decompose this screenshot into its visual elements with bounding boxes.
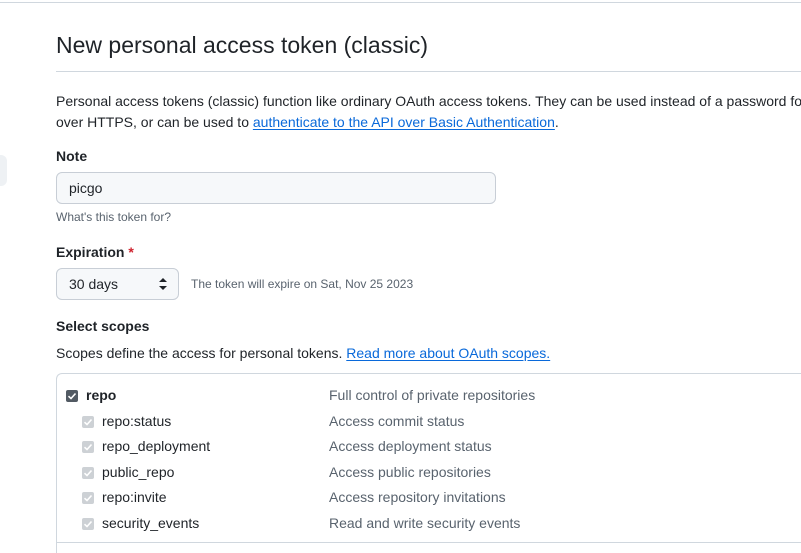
public-repo-checkbox[interactable]	[82, 467, 94, 479]
scope-name: repo:status	[102, 413, 172, 429]
description-line-2: over HTTPS, or can be used to authentica…	[56, 112, 801, 133]
scope-row-repo: repo Full control of private repositorie…	[57, 386, 801, 408]
expiration-note: The token will expire on Sat, Nov 25 202…	[191, 277, 414, 291]
scope-row-repo-status: repo:status Access commit status	[57, 412, 801, 434]
title-divider	[56, 71, 801, 72]
basic-auth-link[interactable]: authenticate to the API over Basic Authe…	[253, 114, 555, 130]
scope-name: repo	[86, 387, 117, 403]
repo-invite-checkbox[interactable]	[82, 492, 94, 504]
expiration-select[interactable]: 30 days	[56, 268, 179, 300]
scope-description: Read and write security events	[329, 515, 521, 531]
expiration-label-text: Expiration	[56, 244, 125, 260]
expiration-selected-value: 30 days	[69, 276, 119, 292]
scopes-divider	[57, 542, 801, 543]
scopes-label: Select scopes	[56, 318, 150, 334]
check-icon	[83, 494, 93, 502]
note-label: Note	[56, 148, 88, 164]
repo-checkbox[interactable]	[66, 390, 78, 402]
token-page: New personal access token (classic) Pers…	[0, 0, 801, 553]
scope-row-repo-invite: repo:invite Access repository invitation…	[57, 488, 801, 510]
security-events-checkbox[interactable]	[82, 518, 94, 530]
description-suffix: .	[554, 114, 559, 130]
top-divider	[0, 2, 801, 3]
check-icon	[67, 392, 77, 400]
scopes-list: repo Full control of private repositorie…	[56, 373, 801, 553]
description-line-1: Personal access tokens (classic) functio…	[56, 93, 801, 109]
check-icon	[83, 469, 93, 477]
scope-description: Full control of private repositories	[329, 387, 536, 403]
token-description: Personal access tokens (classic) functio…	[56, 91, 801, 133]
check-icon	[83, 418, 93, 426]
expiration-label: Expiration *	[56, 244, 134, 260]
select-arrows-icon	[159, 278, 167, 290]
check-icon	[83, 443, 93, 451]
scopes-description: Scopes define the access for personal to…	[56, 345, 550, 361]
scope-name: repo:invite	[102, 489, 167, 505]
required-marker: *	[128, 244, 134, 260]
repo-status-checkbox[interactable]	[82, 416, 94, 428]
sidebar-edge	[0, 155, 7, 186]
check-icon	[83, 520, 93, 528]
scope-description: Access repository invitations	[329, 489, 506, 505]
oauth-scopes-link[interactable]: Read more about OAuth scopes.	[346, 345, 550, 361]
scope-name: repo_deployment	[102, 438, 211, 454]
scope-row-security-events: security_events Read and write security …	[57, 514, 801, 536]
scopes-description-text: Scopes define the access for personal to…	[56, 345, 347, 361]
scope-description: Access deployment status	[329, 438, 492, 454]
note-input[interactable]	[56, 172, 496, 204]
scope-description: Access public repositories	[329, 464, 491, 480]
scope-description: Access commit status	[329, 413, 465, 429]
note-hint: What's this token for?	[56, 210, 172, 224]
scope-row-repo-deployment: repo_deployment Access deployment status	[57, 437, 801, 459]
page-title: New personal access token (classic)	[56, 32, 428, 58]
scope-name: security_events	[102, 515, 200, 531]
description-prefix: over HTTPS, or can be used to	[56, 114, 253, 130]
scope-row-public-repo: public_repo Access public repositories	[57, 463, 801, 485]
scope-name: public_repo	[102, 464, 175, 480]
repo-deployment-checkbox[interactable]	[82, 441, 94, 453]
